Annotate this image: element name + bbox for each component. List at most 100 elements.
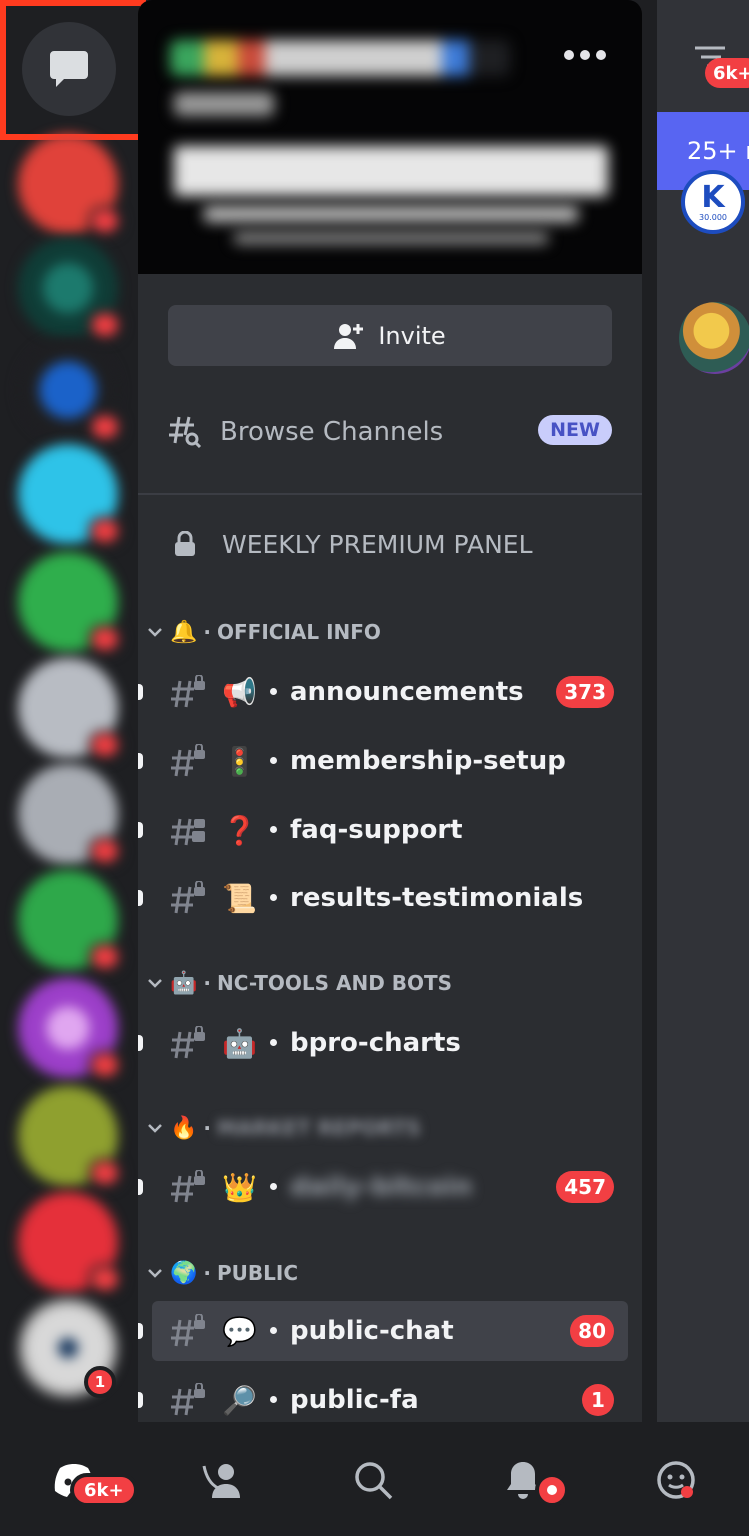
channel-emoji: ❓: [222, 813, 257, 847]
discord-app: 1 Invite Browse Channels NEW WEEKLY PREM…: [0, 0, 749, 1536]
dot-separator: [270, 757, 277, 764]
unread-indicator: [138, 890, 143, 906]
chevron-down-icon: [148, 979, 162, 988]
server-icon[interactable]: [18, 1192, 122, 1294]
channel-emoji: 🤖: [222, 1026, 257, 1060]
channel-membership-setup[interactable]: 🚦 membership-setup: [138, 731, 628, 791]
unread-indicator: [138, 1392, 143, 1408]
avatar[interactable]: [679, 302, 749, 374]
unread-indicator: [138, 753, 143, 769]
channel-public-fa[interactable]: 🔎 public-fa 1: [138, 1370, 628, 1422]
new-badge: NEW: [538, 415, 612, 445]
mention-count-badge: 457: [556, 1171, 614, 1203]
chevron-down-icon: [148, 628, 162, 637]
mention-count-badge: 373: [556, 676, 614, 708]
category-nc-tools-and-bots[interactable]: 🤖 · NC-TOOLS AND BOTS: [146, 963, 452, 1003]
category-separator: ·: [203, 620, 212, 644]
category-emoji: 🔥: [170, 1115, 198, 1141]
add-member-icon: [334, 323, 364, 349]
category-name: NC-TOOLS AND BOTS: [217, 971, 453, 995]
channel-name: bpro-charts: [290, 1028, 461, 1058]
unread-indicator: [138, 1323, 143, 1339]
channel-public-chat[interactable]: 💬 public-chat 80: [138, 1301, 628, 1361]
avatar[interactable]: K 30.000: [681, 170, 745, 234]
server-icon[interactable]: [18, 552, 122, 654]
category-emoji: 🤖: [170, 970, 198, 996]
channel-faq-support[interactable]: ❓ faq-support: [138, 800, 628, 860]
server-icon[interactable]: [18, 870, 122, 972]
nav-search[interactable]: [343, 1450, 403, 1510]
avatar-letter: K: [701, 179, 725, 215]
home-unread-badge: 6k+: [70, 1473, 138, 1507]
locked-channel-icon: [171, 1314, 205, 1347]
dot-separator: [270, 1039, 277, 1046]
lock-icon: [175, 531, 195, 556]
channel-results-testimonials[interactable]: 📜 results-testimonials: [138, 868, 628, 928]
channel-emoji: 🚦: [222, 744, 257, 778]
dot-separator: [270, 894, 277, 901]
channel-blurred[interactable]: 👑 daily-bitcoin 457: [138, 1157, 628, 1217]
category-emoji: 🔔: [170, 619, 198, 645]
server-icon[interactable]: [18, 658, 122, 760]
unread-indicator: [138, 1179, 143, 1195]
server-icon[interactable]: [18, 340, 122, 442]
nav-friends[interactable]: [192, 1450, 252, 1510]
channel-emoji: 👑: [222, 1170, 257, 1204]
channel-announcements[interactable]: 📢 announcements 373: [138, 662, 628, 722]
mention-count-badge: 80: [570, 1315, 614, 1347]
channel-bpro-charts[interactable]: 🤖 bpro-charts: [138, 1013, 628, 1073]
server-icon[interactable]: [18, 134, 122, 236]
dot-separator: [270, 688, 277, 695]
server-menu-button[interactable]: [564, 50, 606, 60]
server-icon[interactable]: [18, 444, 122, 546]
channel-name: results-testimonials: [290, 883, 584, 913]
dot-separator: [270, 826, 277, 833]
unread-indicator: [138, 684, 143, 700]
server-icon[interactable]: [18, 1086, 122, 1188]
server-banner[interactable]: [138, 0, 642, 274]
highlight-frame: [0, 0, 146, 140]
channel-name: faq-support: [290, 815, 463, 845]
category-separator: ·: [203, 971, 212, 995]
browse-channels-icon: [169, 416, 202, 449]
server-icon[interactable]: [18, 978, 122, 1080]
premium-panel-label: WEEKLY PREMIUM PANEL: [222, 529, 533, 559]
dot-separator: [270, 1396, 277, 1403]
server-icon[interactable]: [18, 238, 122, 340]
notification-dot: [535, 1473, 569, 1507]
invite-button[interactable]: Invite: [168, 305, 612, 366]
channel-emoji: 🔎: [222, 1383, 257, 1417]
mention-count-badge: 1: [582, 1384, 614, 1416]
channel-panel: Invite Browse Channels NEW WEEKLY PREMIU…: [138, 0, 642, 1422]
chevron-down-icon: [148, 1269, 162, 1278]
channel-name: membership-setup: [290, 746, 566, 776]
divider: [138, 493, 642, 495]
category-public[interactable]: 🌍 · PUBLIC: [146, 1253, 298, 1293]
chevron-down-icon: [148, 1124, 162, 1133]
unread-indicator: [138, 822, 143, 838]
server-mention-badge: 1: [84, 1366, 116, 1398]
category-name: MARKET REPORTS: [217, 1116, 421, 1140]
search-icon: [355, 1462, 393, 1500]
category-official-info[interactable]: 🔔 · OFFICIAL INFO: [146, 612, 381, 652]
category-blurred[interactable]: 🔥 · MARKET REPORTS: [146, 1108, 421, 1148]
locked-channel-icon: [171, 675, 205, 708]
chat-header: 6k+: [657, 0, 749, 112]
channel-name: announcements: [290, 677, 524, 707]
server-icon[interactable]: [18, 764, 122, 866]
friends-icon: [202, 1464, 240, 1498]
filter-count-badge: 6k+: [705, 58, 749, 88]
browse-channels-item[interactable]: Browse Channels NEW: [168, 406, 612, 458]
channel-emoji: 📢: [222, 675, 257, 709]
premium-panel-item[interactable]: WEEKLY PREMIUM PANEL: [174, 518, 533, 570]
category-name: PUBLIC: [217, 1261, 299, 1285]
nav-profile[interactable]: [646, 1450, 706, 1510]
category-name: OFFICIAL INFO: [217, 620, 381, 644]
locked-channel-icon: [171, 1026, 205, 1059]
browse-channels-label: Browse Channels: [220, 417, 444, 447]
unread-indicator: [138, 1035, 143, 1051]
locked-channel-icon: [171, 1170, 205, 1203]
dot-separator: [270, 1183, 277, 1190]
forum-channel-icon: [171, 818, 205, 846]
channel-emoji: 💬: [222, 1314, 257, 1348]
